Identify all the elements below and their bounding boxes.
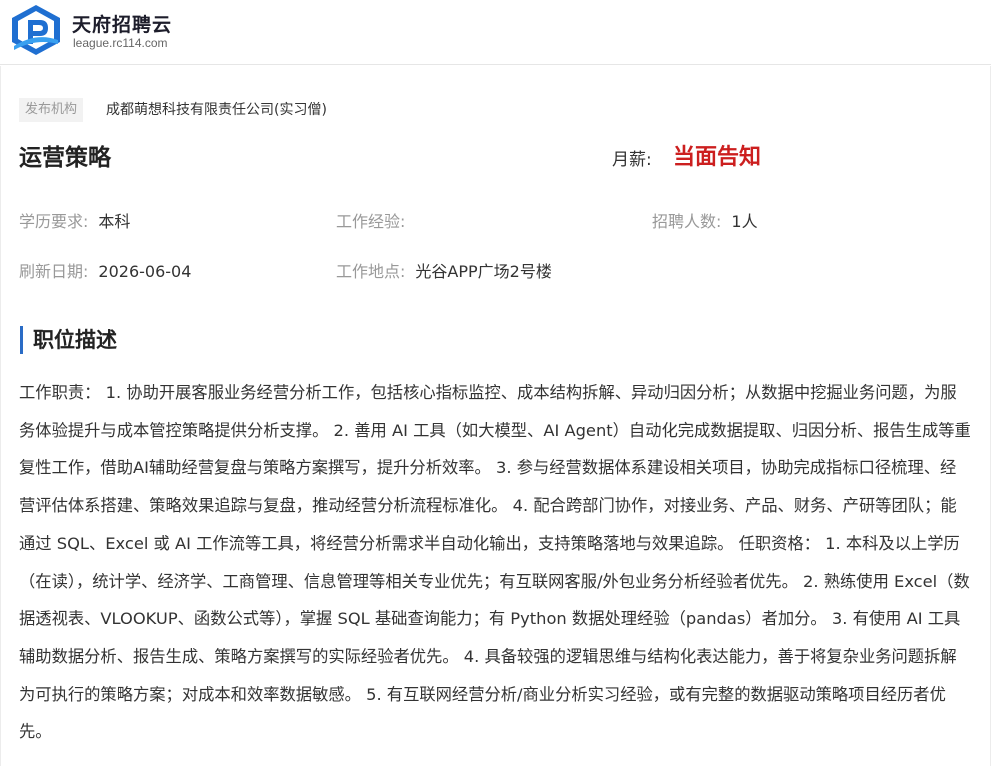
site-header: 天府招聘云 league.rc114.com — [0, 0, 991, 65]
experience-field: 工作经验: — [336, 210, 415, 234]
education-label: 学历要求: — [19, 212, 89, 231]
job-description-text: 工作职责： 1. 协助开展客服业务经营分析工作，包括核心指标监控、成本结构拆解、… — [19, 383, 971, 742]
education-value: 本科 — [98, 212, 131, 231]
publisher-label: 发布机构 — [19, 98, 84, 122]
education-field: 学历要求: 本科 — [19, 210, 130, 234]
location-label: 工作地点: — [336, 262, 406, 281]
refresh-date-value: 2026-06-04 — [98, 262, 192, 281]
refresh-date-field: 刷新日期: 2026-06-04 — [19, 260, 191, 284]
headcount-value: 1人 — [731, 212, 758, 231]
experience-label: 工作经验: — [336, 212, 406, 231]
headcount-label: 招聘人数: — [652, 212, 722, 231]
salary-value: 当面告知 — [673, 145, 762, 170]
logo-url: league.rc114.com — [73, 36, 168, 50]
rc114-logo-mark-icon[interactable] — [8, 2, 64, 58]
headcount-field: 招聘人数: 1人 — [652, 210, 758, 234]
section-title-description: 职位描述 — [20, 326, 117, 354]
publisher-name[interactable]: 成都萌想科技有限责任公司(实习僧) — [106, 98, 327, 122]
refresh-date-label: 刷新日期: — [19, 262, 89, 281]
location-value: 光谷APP广场2号楼 — [415, 262, 552, 281]
logo-title[interactable]: 天府招聘云 — [72, 10, 172, 37]
job-title: 运营策略 — [19, 145, 111, 171]
salary-label: 月薪: — [612, 150, 652, 170]
location-field: 工作地点: 光谷APP广场2号楼 — [336, 260, 552, 284]
